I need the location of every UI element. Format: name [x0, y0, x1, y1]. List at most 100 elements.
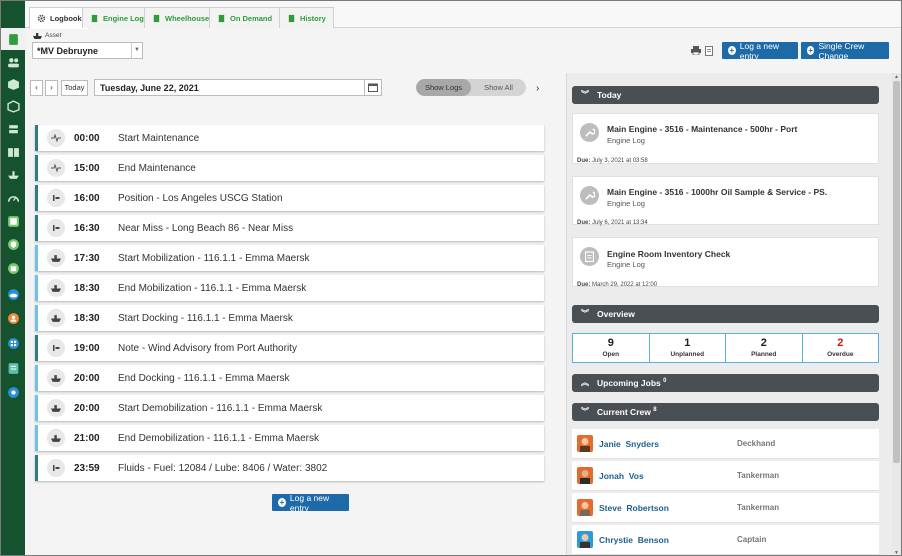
- log-new-entry-button[interactable]: + Log a new entry: [722, 41, 798, 61]
- document-icon[interactable]: [705, 46, 713, 56]
- plus-icon: +: [728, 46, 736, 55]
- today-button[interactable]: Today: [61, 80, 88, 96]
- tab-on-demand[interactable]: On Demand: [209, 7, 281, 28]
- log-entry-row[interactable]: 20:00 End Docking - 116.1.1 - Emma Maers…: [35, 365, 544, 391]
- log-view-toggle[interactable]: Show Logs Show All: [416, 79, 526, 96]
- next-day-button[interactable]: ›: [45, 80, 58, 96]
- crew-name[interactable]: Steve Robertson: [599, 503, 737, 513]
- calendar-icon[interactable]: [364, 80, 381, 95]
- log-entry-row[interactable]: 18:30 Start Docking - 116.1.1 - Emma Mae…: [35, 305, 544, 331]
- tab-engine-log[interactable]: Engine Log: [82, 7, 152, 28]
- log-entry-row[interactable]: 19:00 Note - Wind Advisory from Port Aut…: [35, 335, 544, 361]
- stat-open[interactable]: 9 Open: [573, 334, 650, 362]
- prev-day-button[interactable]: ‹: [30, 80, 43, 96]
- wave-icon: [47, 159, 65, 177]
- stat-planned[interactable]: 2 Planned: [726, 334, 803, 362]
- log-time: 18:30: [74, 282, 100, 294]
- tab-logbook[interactable]: Logbook: [29, 7, 90, 29]
- log-entry-row[interactable]: 16:30 Near Miss - Long Beach 86 - Near M…: [35, 215, 544, 241]
- crew-name[interactable]: Jonah Vos: [599, 471, 737, 481]
- log-entry-row[interactable]: 15:00 End Maintenance: [35, 155, 544, 181]
- stat-unplanned[interactable]: 1 Unplanned: [650, 334, 726, 362]
- crew-member-row[interactable]: Steve Robertson Tankerman: [572, 493, 879, 523]
- note-icon: [47, 219, 65, 237]
- crew-member-row[interactable]: Janie Snyders Deckhand: [572, 429, 879, 459]
- nav-people-icon[interactable]: [1, 307, 25, 329]
- nav-settings-icon[interactable]: [1, 381, 25, 403]
- nav-stack-icon[interactable]: [1, 118, 25, 140]
- plus-icon: +: [807, 46, 815, 55]
- log-text: Position - Los Angeles USCG Station: [118, 192, 283, 204]
- scroll-down-icon[interactable]: ▼: [894, 550, 899, 555]
- job-subtitle: Engine Log: [607, 260, 645, 269]
- wave-icon: [47, 129, 65, 147]
- log-entry-row[interactable]: 23:59 Fluids - Fuel: 12084 / Lube: 8406 …: [35, 455, 544, 481]
- nav-cloud-icon[interactable]: [1, 283, 25, 305]
- crew-member-row[interactable]: Chrystie Benson Captain: [572, 525, 879, 555]
- nav-box-icon[interactable]: [1, 73, 25, 95]
- asset-select[interactable]: *MV Debruyne ▼: [32, 42, 143, 59]
- job-card[interactable]: Main Engine - 3516 - 1000hr Oil Sample &…: [572, 176, 879, 225]
- job-subtitle: Engine Log: [607, 199, 645, 208]
- log-text: End Docking - 116.1.1 - Emma Maersk: [118, 372, 290, 384]
- caret-down-icon: ▼: [131, 43, 142, 58]
- crew-name[interactable]: Janie Snyders: [599, 439, 737, 449]
- nav-ship-icon[interactable]: [1, 163, 25, 185]
- nav-book-icon[interactable]: [1, 141, 25, 163]
- crew-member-row[interactable]: Jonah Vos Tankerman: [572, 461, 879, 491]
- job-card[interactable]: Engine Room Inventory Check Engine Log: [572, 237, 879, 287]
- gear-icon: [37, 14, 46, 23]
- nav-shield-icon[interactable]: [1, 233, 25, 255]
- right-panel: ︾ Today Main Engine - 3516 - Maintenance…: [567, 73, 892, 555]
- log-text: End Demobilization - 116.1.1 - Emma Maer…: [118, 432, 320, 444]
- log-time: 23:59: [74, 462, 100, 474]
- nav-gauge-icon[interactable]: [1, 187, 25, 209]
- stat-overdue[interactable]: 2 Overdue: [803, 334, 879, 362]
- chevron-double-down-icon: ︾: [581, 90, 589, 99]
- log-text: Start Demobilization - 116.1.1 - Emma Ma…: [118, 402, 323, 414]
- avatar: [577, 531, 593, 548]
- log-time: 15:00: [74, 162, 100, 174]
- show-logs-option[interactable]: Show Logs: [416, 79, 471, 96]
- log-entry-row[interactable]: 00:00 Start Maintenance: [35, 125, 544, 151]
- overview-section-header[interactable]: ︾ Overview: [572, 305, 879, 323]
- log-text: Note - Wind Advisory from Port Authority: [118, 342, 297, 354]
- nav-checklist-icon[interactable]: [1, 210, 25, 232]
- avatar: [577, 499, 593, 516]
- nav-logbook-icon[interactable]: [1, 28, 25, 50]
- log-text: Start Maintenance: [118, 132, 200, 144]
- chevron-right-icon[interactable]: ›: [536, 83, 539, 94]
- nav-document-icon[interactable]: [1, 357, 25, 379]
- single-crew-change-button[interactable]: + Single Crew Change: [801, 41, 889, 61]
- printer-icon[interactable]: [691, 46, 701, 55]
- date-field[interactable]: Tuesday, June 22, 2021: [94, 79, 382, 96]
- crew-role: Deckhand: [737, 439, 776, 448]
- scrollbar-thumb[interactable]: [893, 81, 900, 463]
- job-card[interactable]: Main Engine - 3516 - Maintenance - 500hr…: [572, 113, 879, 164]
- crew-name[interactable]: Chrystie Benson: [599, 535, 737, 545]
- today-section-header[interactable]: ︾ Today: [572, 86, 879, 104]
- log-entry-row[interactable]: 21:00 End Demobilization - 116.1.1 - Emm…: [35, 425, 544, 451]
- upcoming-jobs-section-header[interactable]: ︽ Upcoming Jobs 0: [572, 374, 879, 392]
- log-entry-row[interactable]: 16:00 Position - Los Angeles USCG Statio…: [35, 185, 544, 211]
- nav-package-icon[interactable]: [1, 257, 25, 279]
- nav-cube-icon[interactable]: [1, 95, 25, 117]
- note-icon: [47, 189, 65, 207]
- log-entry-row[interactable]: 18:30 End Mobilization - 116.1.1 - Emma …: [35, 275, 544, 301]
- show-all-option[interactable]: Show All: [471, 79, 526, 96]
- current-crew-section-header[interactable]: ︾ Current Crew 8: [572, 403, 879, 421]
- log-entry-row[interactable]: 17:30 Start Mobilization - 116.1.1 - Emm…: [35, 245, 544, 271]
- log-text: Near Miss - Long Beach 86 - Near Miss: [118, 222, 294, 234]
- tab-history[interactable]: History: [279, 7, 334, 28]
- scroll-up-icon[interactable]: ▲: [894, 74, 899, 80]
- log-new-entry-bottom-button[interactable]: + Log a new entry: [272, 493, 349, 513]
- nav-crew-icon[interactable]: [1, 51, 25, 73]
- app-window: Logbook Engine Log Wheelhouse On Demand …: [0, 0, 902, 556]
- log-entry-row[interactable]: 20:00 Start Demobilization - 116.1.1 - E…: [35, 395, 544, 421]
- job-subtitle: Engine Log: [607, 136, 645, 145]
- ship-icon: [33, 32, 42, 39]
- nav-apps-icon[interactable]: [1, 332, 25, 354]
- right-panel-scrollbar[interactable]: ▲ ▼: [892, 73, 901, 555]
- log-time: 16:30: [74, 222, 100, 234]
- tab-wheelhouse[interactable]: Wheelhouse: [144, 7, 218, 28]
